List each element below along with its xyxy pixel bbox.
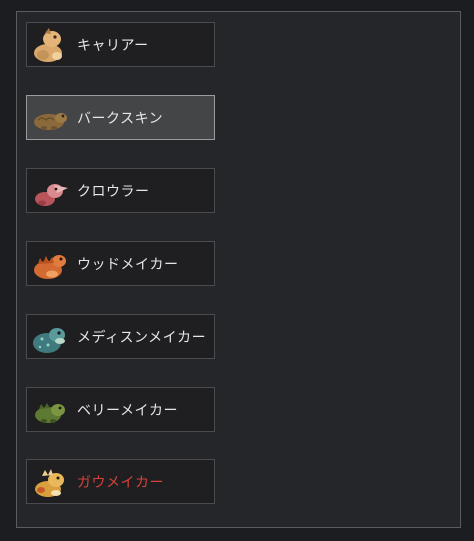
brown-creature-icon [34, 112, 67, 130]
list-item-carrier[interactable]: キャリアー [26, 22, 215, 67]
list-item-woodmaker[interactable]: ウッドメイカー [26, 241, 215, 286]
list-item-gaumaker[interactable]: ガウメイカー [26, 459, 215, 504]
creature-list-panel: キャリアー バークスキン クロウラー ウッドメイカー メディスンメイカー ベリー… [16, 11, 461, 528]
list-item-berrymaker[interactable]: ベリーメイカー [26, 387, 215, 432]
pink-creature-icon [35, 183, 68, 206]
list-item-label: メディスンメイカー [77, 329, 207, 346]
teal-creature-icon [33, 327, 65, 353]
orange-spiky-creature-icon [34, 254, 66, 279]
list-item-label: キャリアー [77, 37, 149, 54]
list-item-label: クロウラー [77, 183, 150, 200]
list-item-crawler[interactable]: クロウラー [26, 168, 215, 213]
list-item-label: ベリーメイカー [77, 402, 178, 419]
green-creature-icon [35, 402, 65, 423]
list-item-label: ガウメイカー [77, 474, 164, 491]
orange-creature-icon [34, 27, 62, 62]
list-item-barkskin[interactable]: バークスキン [26, 95, 215, 140]
list-item-label: ウッドメイカー [77, 256, 179, 273]
gold-creature-icon [35, 468, 64, 497]
list-item-medicinemaker[interactable]: メディスンメイカー [26, 314, 215, 359]
list-item-label: バークスキン [77, 110, 164, 127]
